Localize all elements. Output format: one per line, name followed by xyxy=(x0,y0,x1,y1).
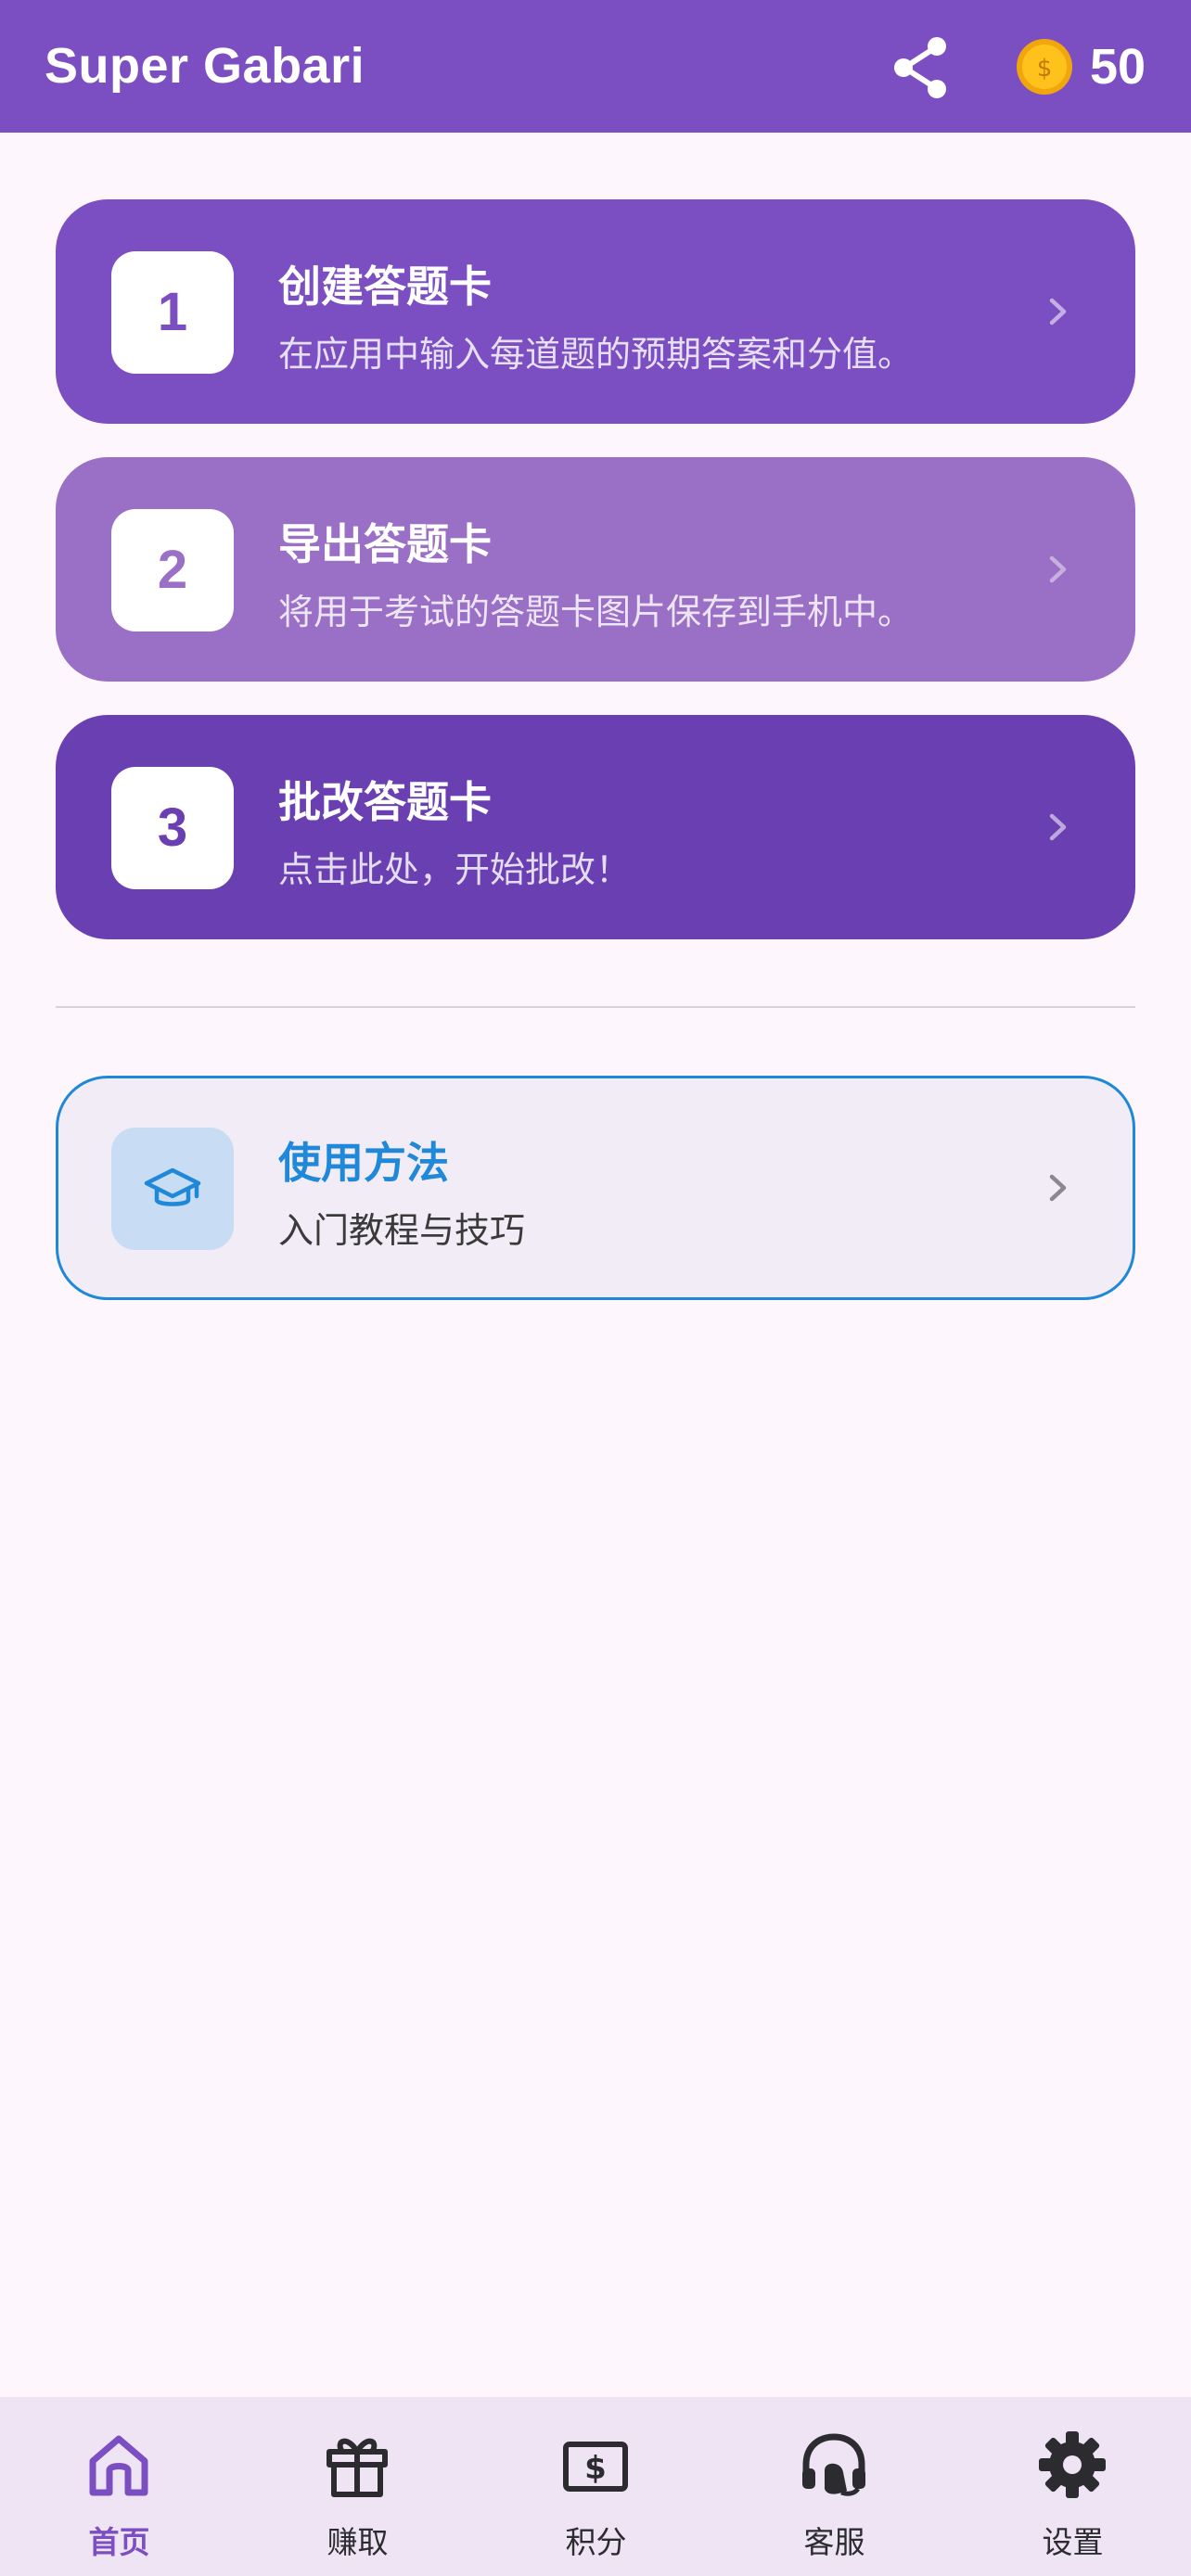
help-title: 使用方法 xyxy=(278,1138,449,1188)
chevron-right-icon xyxy=(1049,1174,1067,1202)
step-subtitle: 将用于考试的答题卡图片保存到手机中。 xyxy=(278,592,914,632)
nav-item-settings[interactable]: 设置 xyxy=(954,2397,1191,2576)
step-subtitle: 点击此处，开始批改！ xyxy=(278,849,632,890)
chevron-right-icon xyxy=(1049,298,1067,325)
step-subtitle: 在应用中输入每道题的预期答案和分值。 xyxy=(278,334,914,375)
headset-icon xyxy=(802,2433,865,2496)
step-title: 创建答题卡 xyxy=(278,261,492,312)
coin-balance[interactable]: $ 50 xyxy=(1016,37,1146,96)
nav-label: 赚取 xyxy=(327,2524,389,2560)
step-number-badge: 2 xyxy=(111,509,234,631)
nav-label: 积分 xyxy=(565,2524,627,2560)
app-title: Super Gabari xyxy=(45,38,365,94)
help-icon-box xyxy=(111,1128,234,1250)
top-app-bar: Super Gabari $ 50 xyxy=(0,0,1191,133)
share-button[interactable] xyxy=(886,32,956,103)
nav-item-points[interactable]: $ 积分 xyxy=(477,2397,715,2576)
chevron-right-icon xyxy=(1049,555,1067,583)
gift-icon xyxy=(327,2438,388,2497)
step-number-badge: 3 xyxy=(111,767,234,889)
nav-item-home[interactable]: 首页 xyxy=(0,2397,238,2576)
share-icon xyxy=(894,37,946,98)
step-title: 导出答题卡 xyxy=(278,519,492,569)
graduation-cap-icon xyxy=(144,1167,201,1206)
step-title: 批改答题卡 xyxy=(278,777,492,827)
chevron-right-icon xyxy=(1049,813,1067,841)
svg-text:$: $ xyxy=(584,2450,607,2487)
coin-count: 50 xyxy=(1090,39,1146,95)
step-card-export[interactable]: 2 导出答题卡 将用于考试的答题卡图片保存到手机中。 xyxy=(56,457,1135,682)
dollar-coin-icon: $ xyxy=(1017,39,1072,95)
step-card-grade[interactable]: 3 批改答题卡 点击此处，开始批改！ xyxy=(56,715,1135,939)
help-card[interactable]: 使用方法 入门教程与技巧 xyxy=(56,1076,1135,1300)
nav-label: 设置 xyxy=(1042,2524,1104,2560)
nav-label: 客服 xyxy=(803,2524,865,2560)
svg-text:$: $ xyxy=(1037,55,1053,83)
nav-item-support[interactable]: 客服 xyxy=(715,2397,954,2576)
nav-label: 首页 xyxy=(88,2524,150,2560)
step-card-create[interactable]: 1 创建答题卡 在应用中输入每道题的预期答案和分值。 xyxy=(56,199,1135,424)
bottom-navigation-bar: 首页 赚取 $ 积分 客服 设置 xyxy=(0,2397,1191,2576)
dollar-bill-icon: $ xyxy=(563,2442,628,2492)
step-number-badge: 1 xyxy=(111,251,234,374)
nav-item-earn[interactable]: 赚取 xyxy=(238,2397,477,2576)
help-subtitle: 入门教程与技巧 xyxy=(278,1210,526,1251)
section-divider xyxy=(56,1006,1135,1008)
home-icon xyxy=(89,2435,148,2496)
gear-icon xyxy=(1039,2431,1106,2498)
